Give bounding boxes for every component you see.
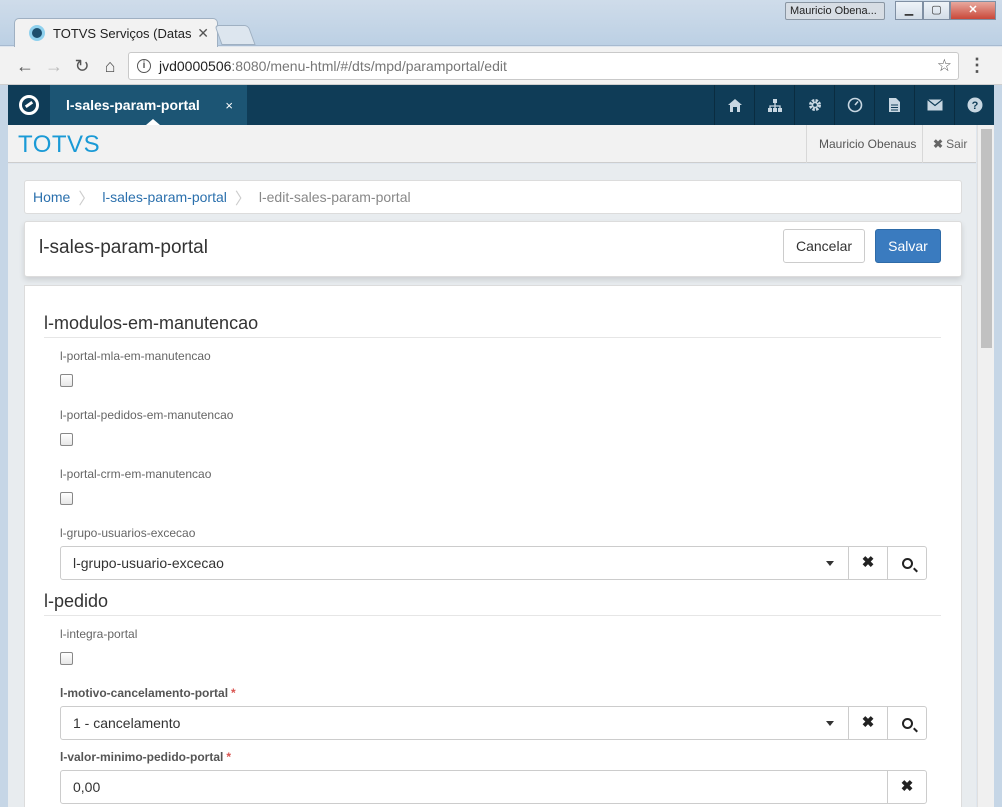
- document-icon[interactable]: [874, 85, 914, 125]
- browser-tab[interactable]: TOTVS Serviços (Datasul ✕: [14, 18, 218, 47]
- label-crm-maintenance: l-portal-crm-em-manutencao: [60, 467, 212, 481]
- user-group-exception-text: l-grupo-usuario-excecao: [73, 555, 224, 571]
- current-user[interactable]: Mauricio Obenaus: [806, 125, 928, 163]
- min-order-value-input[interactable]: 0,00 ✖: [60, 770, 927, 804]
- reload-icon[interactable]: ↻: [71, 55, 93, 77]
- dashboard-icon[interactable]: [834, 85, 874, 125]
- cancel-reason-select[interactable]: 1 - cancelamento ✖: [60, 706, 927, 740]
- browser-toolbar: ← → ↻ ⌂ i jvd0000506:8080/menu-html/#/dt…: [0, 47, 1002, 85]
- app-tab-close-icon[interactable]: ×: [225, 98, 233, 113]
- label-mla-maintenance: l-portal-mla-em-manutencao: [60, 349, 211, 363]
- breadcrumb-separator-icon: 〉: [234, 191, 251, 208]
- browser-tab-title: TOTVS Serviços (Datasul: [53, 25, 192, 41]
- cancel-reason-value[interactable]: 1 - cancelamento: [61, 707, 848, 739]
- url-host: jvd0000506: [159, 58, 232, 74]
- back-arrow-icon[interactable]: ←: [14, 55, 36, 77]
- user-group-exception-select[interactable]: l-grupo-usuario-excecao ✖: [60, 546, 927, 580]
- totvs-logo-icon[interactable]: [8, 85, 50, 125]
- app-subheader: TOTVS Mauricio Obenaus ✖ Sair: [8, 125, 976, 163]
- checkbox-orders-maintenance[interactable]: [60, 433, 73, 446]
- forward-arrow-icon[interactable]: →: [43, 55, 65, 77]
- breadcrumb-home[interactable]: Home: [33, 189, 78, 205]
- svg-text:?: ?: [971, 100, 978, 112]
- browser-menu-icon[interactable]: ⋮: [968, 56, 986, 76]
- page-title: l-sales-param-portal: [39, 237, 208, 258]
- search-icon[interactable]: [887, 547, 926, 579]
- breadcrumb-sales-param-portal[interactable]: l-sales-param-portal: [102, 189, 234, 205]
- logout-x-icon: ✖: [933, 137, 944, 151]
- window-close-button[interactable]: ✕: [950, 1, 996, 20]
- clear-icon[interactable]: ✖: [848, 707, 887, 739]
- cancel-button[interactable]: Cancelar: [783, 229, 865, 263]
- save-button[interactable]: Salvar: [875, 229, 941, 263]
- mail-icon[interactable]: [914, 85, 954, 125]
- totvs-favicon-icon: [29, 25, 45, 41]
- page-scrollbar[interactable]: [977, 125, 994, 807]
- form-panel: l-modulos-em-manutencao l-portal-mla-em-…: [24, 285, 962, 807]
- section-title-maintenance: l-modulos-em-manutencao: [44, 313, 941, 338]
- main-content: Home 〉 l-sales-param-portal 〉 l-edit-sal…: [8, 164, 976, 807]
- section-title-order: l-pedido: [44, 591, 941, 616]
- bookmark-star-icon[interactable]: ☆: [937, 53, 952, 79]
- page-header: l-sales-param-portal Cancelar Salvar: [24, 221, 962, 277]
- app-tab-label: l-sales-param-portal: [66, 97, 200, 113]
- label-user-group-exception: l-grupo-usuarios-excecao: [60, 526, 196, 540]
- required-marker: *: [226, 750, 232, 764]
- minimize-button[interactable]: ▁: [895, 1, 923, 20]
- label-cancel-reason: l-motivo-cancelamento-portal *: [60, 686, 236, 700]
- brand-logo-text[interactable]: TOTVS: [18, 131, 100, 159]
- new-tab-button[interactable]: [214, 25, 256, 45]
- app-toolbar-icons: ?: [714, 85, 994, 125]
- address-bar[interactable]: i jvd0000506:8080/menu-html/#/dts/mpd/pa…: [128, 52, 959, 80]
- clear-icon[interactable]: ✖: [848, 547, 887, 579]
- scrollbar-thumb[interactable]: [981, 129, 992, 348]
- logout-label: Sair: [946, 137, 968, 151]
- home-icon[interactable]: [714, 85, 754, 125]
- info-icon[interactable]: i: [137, 59, 151, 73]
- breadcrumb: Home 〉 l-sales-param-portal 〉 l-edit-sal…: [24, 180, 962, 214]
- tab-close-icon[interactable]: ✕: [197, 25, 209, 42]
- sitemap-icon[interactable]: [754, 85, 794, 125]
- logout-button[interactable]: ✖ Sair: [922, 125, 977, 163]
- window-frame-left: [0, 85, 8, 807]
- label-orders-maintenance: l-portal-pedidos-em-manutencao: [60, 408, 234, 422]
- app-navbar: l-sales-param-portal × ?: [8, 85, 994, 125]
- search-icon[interactable]: [887, 707, 926, 739]
- required-marker: *: [231, 686, 236, 700]
- window-user-badge: Mauricio Obena...: [785, 2, 885, 20]
- chevron-down-icon[interactable]: [826, 721, 834, 726]
- min-order-value-field[interactable]: 0,00: [61, 771, 887, 803]
- checkbox-integrate-portal[interactable]: [60, 652, 73, 665]
- cancel-reason-text: 1 - cancelamento: [73, 715, 181, 731]
- label-min-order-value: l-valor-minimo-pedido-portal *: [60, 750, 231, 764]
- label-integrate-portal: l-integra-portal: [60, 627, 138, 641]
- maximize-button[interactable]: ▢: [923, 1, 950, 20]
- clear-icon[interactable]: ✖: [887, 771, 926, 803]
- settings-icon[interactable]: [794, 85, 834, 125]
- breadcrumb-current: l-edit-sales-param-portal: [258, 189, 411, 205]
- help-icon[interactable]: ?: [954, 85, 994, 125]
- window-frame-right: [994, 85, 1002, 807]
- home-outline-icon[interactable]: ⌂: [99, 55, 121, 77]
- user-group-exception-value[interactable]: l-grupo-usuario-excecao: [61, 547, 848, 579]
- app-tab-sales-param-portal[interactable]: l-sales-param-portal ×: [50, 85, 247, 125]
- checkbox-crm-maintenance[interactable]: [60, 492, 73, 505]
- label-cancel-reason-text: l-motivo-cancelamento-portal: [60, 686, 229, 700]
- checkbox-mla-maintenance[interactable]: [60, 374, 73, 387]
- label-min-order-value-text: l-valor-minimo-pedido-portal: [60, 750, 224, 764]
- chevron-down-icon[interactable]: [826, 561, 834, 566]
- url-path: :8080/menu-html/#/dts/mpd/paramportal/ed…: [231, 58, 507, 74]
- breadcrumb-separator-icon: 〉: [78, 191, 95, 208]
- window-titlebar: TOTVS Serviços (Datasul ✕ Mauricio Obena…: [0, 0, 1002, 47]
